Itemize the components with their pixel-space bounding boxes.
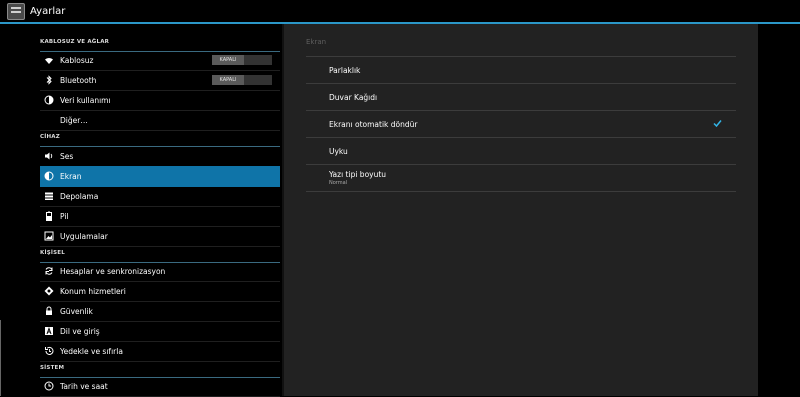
sidebar-item-label: Bluetooth bbox=[60, 75, 97, 85]
sidebar-item-label: Konum hizmetleri bbox=[60, 286, 126, 296]
action-bar: Ayarlar bbox=[0, 0, 800, 24]
settings-app-icon[interactable] bbox=[7, 2, 25, 20]
detail-panel: Ekran Parlaklık Duvar Kağıdı Ekranı otom… bbox=[282, 24, 758, 396]
setting-auto-rotate[interactable]: Ekranı otomatik döndür bbox=[306, 110, 736, 137]
sidebar-item-label: Pil bbox=[60, 211, 69, 221]
sidebar-item-label: Hesaplar ve senkronizasyon bbox=[60, 266, 166, 276]
setting-label: Duvar Kağıdı bbox=[329, 92, 378, 102]
sync-icon bbox=[44, 266, 54, 276]
sidebar-item-bluetooth[interactable]: Bluetooth KAPALI bbox=[40, 70, 280, 91]
backup-icon bbox=[44, 346, 54, 356]
sidebar-item-display[interactable]: Ekran bbox=[40, 166, 280, 187]
sidebar-item-label: Güvenlik bbox=[60, 306, 93, 316]
sidebar-item-backup-reset[interactable]: Yedekle ve sıfırla bbox=[40, 341, 280, 362]
sidebar-item-battery[interactable]: Pil bbox=[40, 206, 280, 227]
sidebar-item-date-time[interactable]: Tarih ve saat bbox=[40, 376, 280, 397]
lock-icon bbox=[44, 306, 54, 316]
toggle-off-label: KAPALI bbox=[212, 75, 244, 85]
setting-font-size[interactable]: Yazı tipi boyutu Normal bbox=[306, 164, 736, 192]
sidebar-item-label: Ekran bbox=[60, 171, 82, 181]
location-icon bbox=[44, 286, 54, 296]
sidebar-item-label: Kablosuz bbox=[60, 55, 94, 65]
sidebar-edge bbox=[0, 320, 1, 396]
setting-label: Yazı tipi boyutu bbox=[329, 170, 387, 179]
setting-brightness[interactable]: Parlaklık bbox=[306, 56, 736, 83]
panel-divider bbox=[282, 24, 284, 396]
right-gutter bbox=[758, 24, 800, 396]
clock-icon bbox=[44, 381, 54, 391]
sidebar-item-accounts-sync[interactable]: Hesaplar ve senkronizasyon bbox=[40, 261, 280, 282]
sidebar-item-storage[interactable]: Depolama bbox=[40, 186, 280, 207]
sidebar-item-label: Ses bbox=[60, 151, 74, 161]
settings-sidebar: KABLOSUZ VE AĞLAR Kablosuz KAPALI Blueto… bbox=[0, 24, 282, 397]
sidebar-item-label: Yedekle ve sıfırla bbox=[60, 346, 123, 356]
data-usage-icon bbox=[44, 95, 54, 105]
sidebar-item-label: Diğer… bbox=[60, 115, 88, 125]
sidebar-item-label: Veri kullanımı bbox=[60, 95, 111, 105]
setting-label: Ekranı otomatik döndür bbox=[329, 119, 418, 129]
sidebar-item-label: Dil ve giriş bbox=[60, 326, 100, 336]
apps-icon bbox=[44, 231, 54, 241]
battery-icon bbox=[44, 211, 54, 221]
setting-summary: Normal bbox=[329, 180, 348, 186]
sidebar-item-wifi[interactable]: Kablosuz KAPALI bbox=[40, 50, 280, 71]
storage-icon bbox=[44, 191, 54, 201]
sidebar-item-label: Depolama bbox=[60, 191, 99, 201]
auto-rotate-checkbox[interactable] bbox=[713, 119, 722, 128]
setting-wallpaper[interactable]: Duvar Kağıdı bbox=[306, 83, 736, 110]
setting-sleep[interactable]: Uyku bbox=[306, 137, 736, 164]
sidebar-item-apps[interactable]: Uygulamalar bbox=[40, 226, 280, 247]
language-icon bbox=[44, 326, 54, 336]
bluetooth-icon bbox=[44, 75, 54, 85]
setting-label: Uyku bbox=[329, 146, 348, 156]
sidebar-item-language-input[interactable]: Dil ve giriş bbox=[40, 321, 280, 342]
sidebar-item-more[interactable]: Diğer… bbox=[40, 110, 280, 131]
display-icon bbox=[44, 171, 54, 181]
setting-label: Parlaklık bbox=[329, 65, 361, 75]
wifi-toggle[interactable]: KAPALI bbox=[212, 55, 272, 65]
sidebar-item-label: Tarih ve saat bbox=[60, 381, 108, 391]
wifi-icon bbox=[44, 55, 54, 65]
volume-icon bbox=[44, 151, 54, 161]
app-title: Ayarlar bbox=[30, 5, 66, 17]
sidebar-item-data-usage[interactable]: Veri kullanımı bbox=[40, 90, 280, 111]
sidebar-item-label: Uygulamalar bbox=[60, 231, 108, 241]
sidebar-item-location[interactable]: Konum hizmetleri bbox=[40, 281, 280, 302]
bluetooth-toggle[interactable]: KAPALI bbox=[212, 75, 272, 85]
sidebar-item-sound[interactable]: Ses bbox=[40, 146, 280, 167]
detail-title: Ekran bbox=[306, 38, 327, 46]
sidebar-item-security[interactable]: Güvenlik bbox=[40, 301, 280, 322]
toggle-off-label: KAPALI bbox=[212, 55, 244, 65]
